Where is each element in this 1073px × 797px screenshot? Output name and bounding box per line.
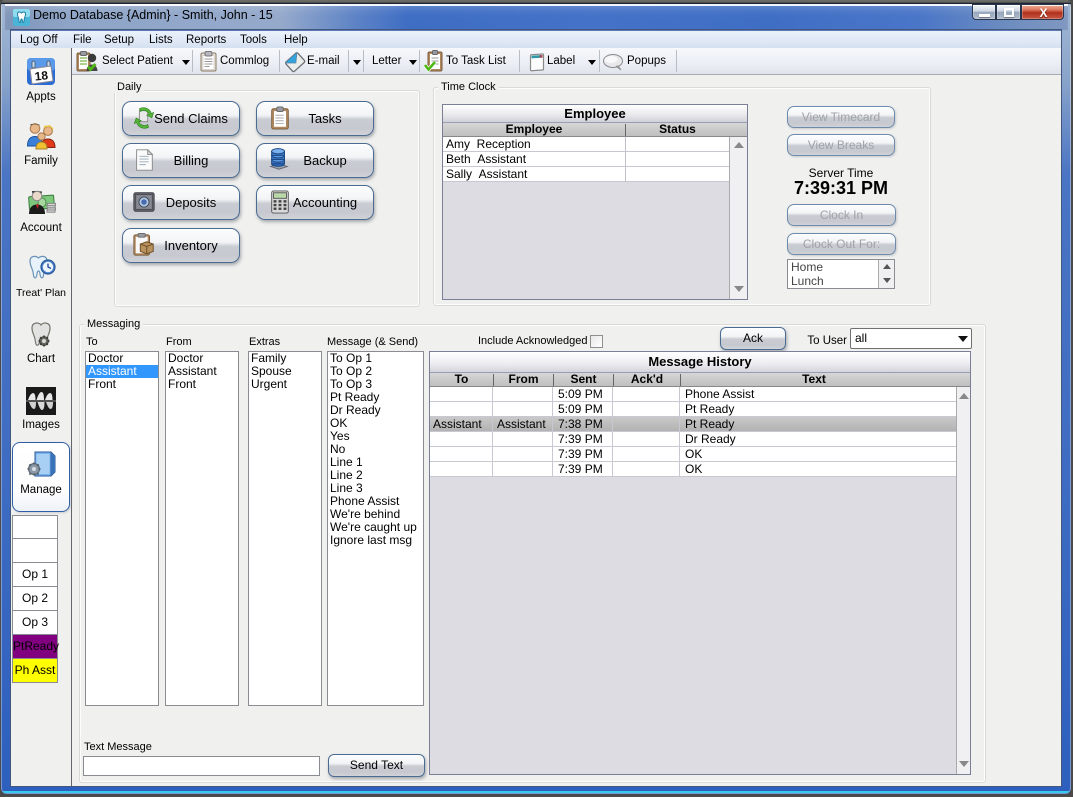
svg-text:18: 18 [34,68,49,83]
